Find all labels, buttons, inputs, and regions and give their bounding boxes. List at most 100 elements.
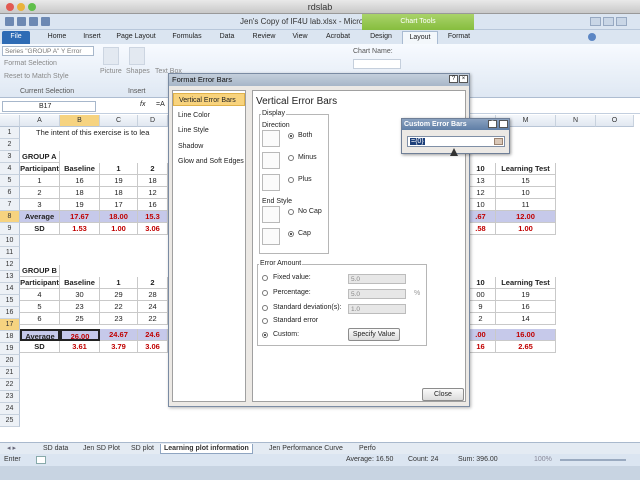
row-header[interactable]: 2 [0, 139, 20, 151]
a-data-cell[interactable]: 2 [20, 187, 60, 199]
b-data-right-cell[interactable]: 00 [466, 289, 496, 301]
b-data-cell[interactable]: 30 [60, 289, 100, 301]
sheet-tab-sd-plot[interactable]: SD plot [128, 444, 157, 454]
picture-button[interactable]: Picture [100, 68, 122, 75]
nav-shadow[interactable]: Shadow [173, 140, 245, 153]
row-header[interactable]: 10 [0, 235, 20, 247]
row-header[interactable]: 19 [0, 343, 20, 355]
row-header[interactable]: 3 [0, 151, 20, 163]
a-sd-1[interactable]: 1.00 [100, 223, 138, 235]
a-average-1[interactable]: 18.00 [100, 211, 138, 223]
row-header[interactable]: 21 [0, 367, 20, 379]
b-sd-10[interactable]: 16 [466, 341, 496, 353]
tab-insert[interactable]: Insert [78, 31, 106, 44]
a-sd-10[interactable]: .58 [466, 223, 496, 235]
collapse-dialog-icon[interactable] [494, 138, 503, 145]
percentage-radio[interactable] [262, 290, 268, 296]
tab-review[interactable]: Review [248, 31, 280, 44]
cap-radio[interactable] [288, 231, 294, 237]
window-controls[interactable] [588, 17, 627, 28]
b-average-10[interactable]: .00 [466, 329, 496, 341]
sheet-nav-arrows[interactable]: ◂ ▸ [4, 444, 38, 454]
close-icon[interactable] [616, 17, 627, 26]
help-icon[interactable] [588, 33, 596, 41]
b-sd-baseline[interactable]: 3.61 [60, 341, 100, 353]
b-average-1[interactable]: 24.67 [100, 329, 138, 341]
stddev-radio[interactable] [262, 305, 268, 311]
row-header[interactable]: 25 [0, 415, 20, 427]
b-data-cell[interactable]: 4 [20, 289, 60, 301]
picture-icon[interactable] [103, 47, 119, 65]
a-data-right-cell[interactable]: 10 [496, 187, 556, 199]
sheet-tab-perfo[interactable]: Perfo [356, 444, 379, 454]
b-sd-2[interactable]: 3.06 [138, 341, 168, 353]
zoom-slider[interactable] [560, 459, 626, 461]
reset-to-match-style-button[interactable]: Reset to Match Style [4, 73, 69, 80]
nav-line-style[interactable]: Line Style [173, 124, 245, 137]
formula-input[interactable]: =A [156, 101, 165, 108]
b-data-cell[interactable]: 22 [100, 301, 138, 313]
row-header[interactable]: 8 [0, 211, 20, 223]
a-data-cell[interactable]: 18 [60, 187, 100, 199]
row-header[interactable]: 22 [0, 379, 20, 391]
row-header[interactable]: 17 [0, 319, 20, 331]
select-all-corner[interactable] [0, 115, 20, 127]
minimize-window-icon[interactable] [17, 3, 25, 11]
close-icon[interactable]: × [459, 75, 468, 83]
row-header[interactable]: 1 [0, 127, 20, 139]
b-data-right-cell[interactable]: 2 [466, 313, 496, 325]
nav-line-color[interactable]: Line Color [173, 109, 245, 122]
row-header[interactable]: 6 [0, 187, 20, 199]
undo-icon[interactable] [29, 17, 38, 26]
a-data-right-cell[interactable]: 10 [466, 199, 496, 211]
b-data-cell[interactable]: 23 [60, 301, 100, 313]
a-data-right-cell[interactable]: 13 [466, 175, 496, 187]
help-icon[interactable]: ? [488, 120, 497, 128]
fixed-value-input[interactable]: 5.0 [348, 274, 406, 284]
shapes-button[interactable]: Shapes [126, 68, 150, 75]
a-sd-2[interactable]: 3.06 [138, 223, 168, 235]
row-header[interactable]: 9 [0, 223, 20, 235]
row-header[interactable]: 14 [0, 283, 20, 295]
nav-glow-soft-edges[interactable]: Glow and Soft Edges [173, 155, 245, 168]
row-header[interactable]: 24 [0, 403, 20, 415]
close-window-icon[interactable] [6, 3, 14, 11]
a-data-cell[interactable]: 18 [100, 187, 138, 199]
stderr-radio[interactable] [262, 318, 268, 324]
name-box[interactable]: B17 [2, 101, 96, 112]
row-header[interactable]: 11 [0, 247, 20, 259]
a-average-2[interactable]: 15.3 [138, 211, 168, 223]
nav-vertical-error-bars[interactable]: Vertical Error Bars [173, 93, 245, 106]
save-icon[interactable] [17, 17, 26, 26]
a-data-cell[interactable]: 18 [138, 175, 168, 187]
b-data-right-cell[interactable]: 9 [466, 301, 496, 313]
a-sd-baseline[interactable]: 1.53 [60, 223, 100, 235]
a-data-cell[interactable]: 1 [20, 175, 60, 187]
row-header[interactable]: 18 [0, 331, 20, 343]
tab-formulas[interactable]: Formulas [168, 31, 206, 44]
redo-icon[interactable] [41, 17, 50, 26]
tab-layout[interactable]: Layout [402, 31, 438, 44]
column-header-o[interactable]: O [596, 115, 634, 127]
tab-home[interactable]: Home [42, 31, 72, 44]
b-data-right-cell[interactable]: 16 [496, 301, 556, 313]
b-data-right-cell[interactable]: 14 [496, 313, 556, 325]
b-average-2[interactable]: 24.6 [138, 329, 168, 341]
row-header[interactable]: 15 [0, 295, 20, 307]
help-icon[interactable]: ? [449, 75, 458, 83]
b-data-cell[interactable]: 23 [100, 313, 138, 325]
a-average-learning[interactable]: 12.00 [496, 211, 556, 223]
close-icon[interactable]: × [499, 120, 508, 128]
a-data-right-cell[interactable]: 11 [496, 199, 556, 211]
format-selection-button[interactable]: Format Selection [4, 60, 57, 67]
minimize-icon[interactable] [590, 17, 601, 26]
no-cap-radio[interactable] [288, 209, 294, 215]
b-data-cell[interactable]: 25 [60, 313, 100, 325]
column-header-a[interactable]: A [20, 115, 60, 127]
both-radio[interactable] [288, 133, 294, 139]
tab-page-layout[interactable]: Page Layout [112, 31, 160, 44]
percentage-input[interactable]: 5.0 [348, 289, 406, 299]
tab-format[interactable]: Format [442, 31, 476, 44]
fixed-value-radio[interactable] [262, 275, 268, 281]
a-data-cell[interactable]: 16 [60, 175, 100, 187]
